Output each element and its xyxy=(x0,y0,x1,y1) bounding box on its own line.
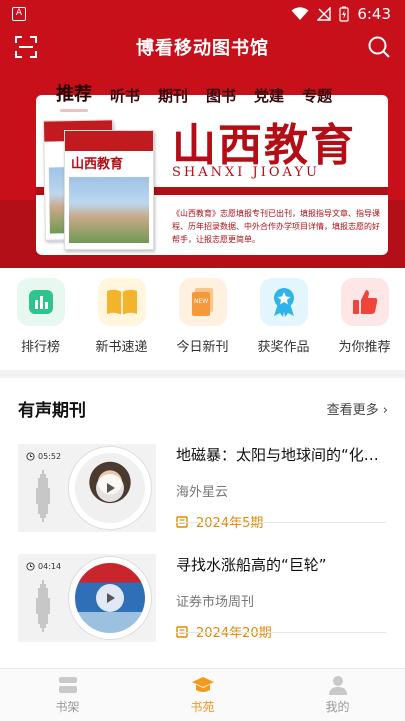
section-title: 有声期刊 xyxy=(18,401,86,421)
clock: 6:43 xyxy=(357,5,391,23)
audio-cover: 04:14 xyxy=(18,554,156,642)
promo-banner[interactable]: 山西教育 山西教育 SHANXI JIOAYU 《山西教育》志愿填报专刊已出刊，… xyxy=(36,95,388,255)
hero-header: A 6:43 博看移动图书馆 推荐 听书 期刊 图书 党建 专题 山西教育 山西… xyxy=(0,0,405,268)
quick-ranking[interactable]: 排行榜 xyxy=(3,278,79,355)
sim-icon: A xyxy=(12,7,26,21)
item-source: 海外星云 xyxy=(176,485,229,500)
quick-award-works[interactable]: 获奖作品 xyxy=(246,278,322,355)
no-signal-icon xyxy=(317,7,332,21)
play-icon[interactable] xyxy=(96,474,124,502)
list-item[interactable]: 04:14 寻找水涨船高的“巨轮” 证券市场周刊 2024年20期 xyxy=(18,554,388,654)
quick-new-books[interactable]: 新书速递 xyxy=(84,278,160,355)
chevron-right-icon: › xyxy=(382,403,388,418)
tab-topics[interactable]: 专题 xyxy=(302,85,332,112)
nav-bookshelf[interactable]: 书架 xyxy=(28,675,108,715)
tab-party[interactable]: 党建 xyxy=(254,85,284,112)
new-magazine-icon: NEW xyxy=(178,278,227,326)
tab-audiobook[interactable]: 听书 xyxy=(110,85,140,112)
waveform-icon xyxy=(36,580,50,632)
ranking-icon xyxy=(16,278,65,326)
play-icon[interactable] xyxy=(96,584,124,612)
svg-text:NEW: NEW xyxy=(194,298,208,305)
title-bar: 博看移动图书馆 xyxy=(0,30,405,64)
status-bar: A 6:43 xyxy=(0,0,405,28)
banner-description: 《山西教育》志愿填报专刊已出刊，填报指导文章、指导课程、历年招录数据、中外合作办… xyxy=(172,209,380,244)
quick-recommended[interactable]: 为你推荐 xyxy=(327,278,403,355)
user-icon xyxy=(328,676,347,695)
view-more-link[interactable]: 查看更多 › xyxy=(327,399,388,418)
audio-cover: 05:52 xyxy=(18,444,156,532)
item-title: 寻找水涨船高的“巨轮” xyxy=(176,556,327,574)
tab-books[interactable]: 图书 xyxy=(206,85,236,112)
audio-magazines-section: 有声期刊 查看更多 › 05:52 地磁暴：太阳与地球间的“化学反应” 海外星云… xyxy=(0,378,405,668)
search-icon[interactable] xyxy=(367,35,391,59)
bottom-nav: 书架 书苑 我的 xyxy=(0,668,405,721)
banner-title: 山西教育 xyxy=(172,120,356,171)
nav-bookstore[interactable]: 书苑 xyxy=(163,675,243,715)
wifi-icon xyxy=(291,7,309,20)
tab-recommend[interactable]: 推荐 xyxy=(56,80,92,112)
item-source: 证券市场周刊 xyxy=(176,595,255,610)
page-title: 博看移动图书馆 xyxy=(136,38,269,59)
magazine-cover: 山西教育 xyxy=(64,130,154,250)
bookshelf-icon xyxy=(58,677,77,693)
quick-new-magazines[interactable]: NEW 今日新刊 xyxy=(165,278,241,355)
quick-links: 排行榜 新书速递 NEW 今日新刊 获奖作品 为你推荐 xyxy=(0,268,405,370)
clock-icon xyxy=(26,562,35,571)
category-tabs: 推荐 听书 期刊 图书 党建 专题 xyxy=(56,80,350,112)
graduation-cap-icon xyxy=(191,677,214,692)
waveform-icon xyxy=(36,470,50,522)
item-title: 地磁暴：太阳与地球间的“化学反应” xyxy=(176,446,386,464)
thumbs-up-icon xyxy=(340,278,389,326)
nav-profile[interactable]: 我的 xyxy=(298,675,378,715)
award-icon xyxy=(259,278,308,326)
battery-icon xyxy=(339,6,349,22)
tab-magazine[interactable]: 期刊 xyxy=(158,85,188,112)
book-icon xyxy=(97,278,146,326)
scan-icon[interactable] xyxy=(14,35,38,59)
clock-icon xyxy=(26,452,35,461)
list-item[interactable]: 05:52 地磁暴：太阳与地球间的“化学反应” 海外星云 2024年5期 xyxy=(18,444,388,544)
banner-subtitle: SHANXI JIOAYU xyxy=(172,165,320,180)
